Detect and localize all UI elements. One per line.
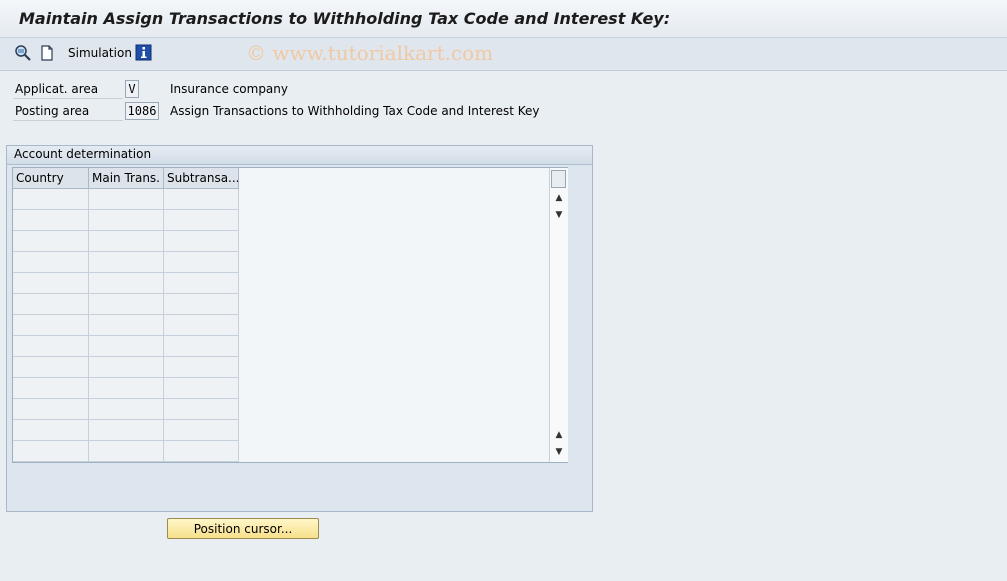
table-cell[interactable] — [13, 231, 89, 252]
table-cell[interactable] — [89, 189, 164, 210]
scroll-page-up-icon[interactable]: ▲ — [550, 427, 568, 444]
change-display-icon[interactable] — [14, 44, 32, 62]
table-cell[interactable] — [89, 294, 164, 315]
column-header-subtransa[interactable]: Subtransa... — [164, 168, 239, 189]
table-cell[interactable] — [89, 210, 164, 231]
column-header-main-trans[interactable]: Main Trans. — [89, 168, 164, 189]
table-cell[interactable] — [89, 378, 164, 399]
posting-area-label: Posting area — [13, 102, 123, 121]
table-cell[interactable] — [13, 252, 89, 273]
table-cell[interactable] — [13, 378, 89, 399]
page-title: Maintain Assign Transactions to Withhold… — [19, 9, 671, 28]
table-cell[interactable] — [164, 189, 239, 210]
table-cell[interactable] — [164, 294, 239, 315]
table-cell[interactable] — [13, 315, 89, 336]
table-cell[interactable] — [164, 420, 239, 441]
table-cell[interactable] — [13, 294, 89, 315]
title-bar: Maintain Assign Transactions to Withhold… — [0, 0, 1007, 38]
table-cell[interactable] — [13, 189, 89, 210]
account-determination-group: Account determination Country Main Trans… — [6, 145, 593, 512]
table-cell[interactable] — [13, 399, 89, 420]
table-cell[interactable] — [89, 441, 164, 462]
table-cell[interactable] — [89, 399, 164, 420]
table-cell[interactable] — [89, 357, 164, 378]
group-title-bar: Account determination — [7, 146, 592, 165]
table-cell[interactable] — [89, 336, 164, 357]
scroll-down-icon[interactable]: ▼ — [550, 207, 568, 224]
column-header-country[interactable]: Country — [13, 168, 89, 189]
info-icon[interactable] — [135, 44, 153, 62]
table-cell[interactable] — [164, 441, 239, 462]
account-determination-table: Country Main Trans. Subtransa... ▲ ▼ ▲ ▼ — [12, 167, 568, 463]
table-cell[interactable] — [164, 336, 239, 357]
posting-area-description: Assign Transactions to Withholding Tax C… — [170, 104, 540, 118]
application-toolbar: Simulation © www.tutorialkart.com — [0, 38, 1007, 71]
table-cell[interactable] — [13, 357, 89, 378]
table-cell[interactable] — [89, 231, 164, 252]
table-cell[interactable] — [13, 273, 89, 294]
table-cell[interactable] — [13, 420, 89, 441]
table-cell[interactable] — [89, 252, 164, 273]
table-cell[interactable] — [164, 252, 239, 273]
table-cell[interactable] — [13, 441, 89, 462]
group-title: Account determination — [14, 147, 152, 161]
table-cell[interactable] — [164, 273, 239, 294]
scroll-page-down-icon[interactable]: ▼ — [550, 444, 568, 461]
new-document-icon[interactable] — [38, 44, 56, 62]
table-cell[interactable] — [164, 210, 239, 231]
posting-area-field[interactable]: 1086 — [125, 102, 159, 120]
watermark: © www.tutorialkart.com — [246, 41, 494, 65]
table-cell[interactable] — [89, 273, 164, 294]
scroll-up-icon[interactable]: ▲ — [550, 190, 568, 207]
table-cell[interactable] — [13, 210, 89, 231]
applicat-area-field[interactable]: V — [125, 80, 139, 98]
applicat-area-label: Applicat. area — [13, 80, 123, 99]
table-cell[interactable] — [164, 231, 239, 252]
position-cursor-button[interactable]: Position cursor... — [167, 518, 319, 539]
table-cell[interactable] — [89, 420, 164, 441]
table-cell[interactable] — [164, 357, 239, 378]
table-cell[interactable] — [164, 315, 239, 336]
table-cell[interactable] — [164, 399, 239, 420]
vertical-scrollbar[interactable]: ▲ ▼ ▲ ▼ — [549, 168, 568, 462]
simulation-button[interactable]: Simulation — [68, 46, 132, 60]
table-cell[interactable] — [89, 315, 164, 336]
table-cell[interactable] — [13, 336, 89, 357]
scroll-thumb[interactable] — [551, 170, 566, 188]
table-cell[interactable] — [164, 378, 239, 399]
applicat-area-description: Insurance company — [170, 82, 288, 96]
